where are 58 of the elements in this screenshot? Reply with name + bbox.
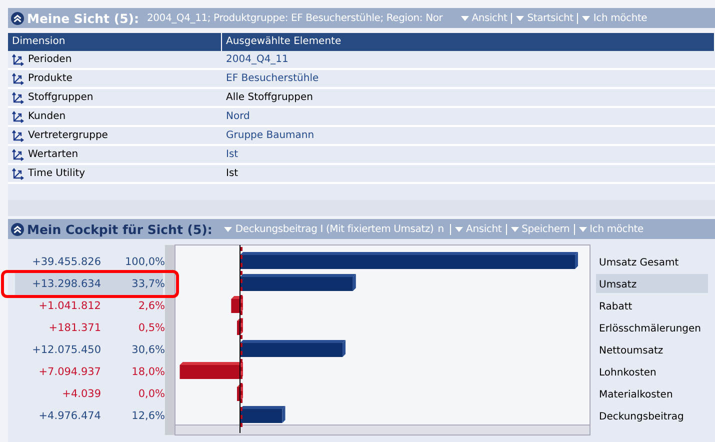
dimension-name: Perioden [28,54,72,65]
caret-icon [460,16,469,20]
caret-icon [455,226,464,232]
category-label[interactable]: Materialkosten [599,390,673,400]
caret-icon [582,16,590,20]
caret-icon [516,16,524,20]
axes-icon[interactable] [12,110,24,122]
element-value: Alle Stoffgruppen [226,92,313,103]
amount: +7.094.937 [38,366,101,378]
dimension-name: Stoffgruppen [28,92,94,103]
percentage: 0,5% [137,322,165,334]
caret-icon [224,226,232,232]
amount: +13.298.634 [31,278,101,290]
category-label[interactable]: Deckungsbeitrag [599,412,684,422]
dimension-name: Kunden [28,111,66,122]
axes-icon[interactable] [12,92,24,104]
panel-title: Meine Sicht (5): [27,10,139,26]
axes-icon[interactable] [12,130,24,142]
view-summary: 2004_Q4_11; Produktgruppe: EF Besucherstühle; Region: Nor [146,12,443,24]
percentage: 100,0% [124,256,165,268]
caret-icon [510,226,519,232]
axes-icon[interactable] [12,168,24,180]
amount: +181.371 [48,322,101,334]
amount: +4.976.474 [38,410,101,422]
category-label[interactable]: Lohnkosten [599,368,656,378]
category-label[interactable]: Umsatz [599,280,637,290]
percentage: 12,6% [130,410,165,422]
element-link[interactable]: Nord [226,111,250,122]
element-link[interactable]: EF Besucherstühle [226,73,319,84]
element-link[interactable]: Gruppe Baumann [226,130,314,141]
axes-icon[interactable] [12,148,24,160]
amount: +39.455.826 [31,256,101,268]
dimension-name: Produkte [28,73,72,84]
dimension-name: Vertretergruppe [28,130,108,141]
caret-icon [578,226,587,232]
percentage: 30,6% [130,344,165,356]
amount: +12.075.450 [31,344,101,356]
percentage: 18,0% [130,366,165,378]
category-label[interactable]: Rabatt [599,302,632,312]
element-value: Ist [226,168,238,179]
element-link[interactable]: Ist [226,149,238,160]
category-label[interactable]: Umsatz Gesamt [599,258,679,268]
axes-icon[interactable] [12,54,24,66]
category-label[interactable]: Erlösschmälerungen [599,324,702,334]
percentage: 0,0% [137,388,165,400]
dimension-name: Wertarten [28,149,78,160]
collapse-icon[interactable] [11,12,24,24]
panel-title: Mein Cockpit für Sicht (5): [27,222,212,236]
amount: +1.041.812 [38,300,101,312]
percentage: 33,7% [130,278,165,290]
category-label[interactable]: Nettoumsatz [599,346,664,356]
dimension-name: Time Utility [28,168,86,179]
axes-icon[interactable] [12,72,24,84]
truncated-text: n [438,224,444,234]
element-link[interactable]: 2004_Q4_11 [226,54,288,65]
amount: +4.039 [61,388,101,400]
percentage: 2,6% [137,300,165,312]
collapse-icon[interactable] [11,222,24,236]
